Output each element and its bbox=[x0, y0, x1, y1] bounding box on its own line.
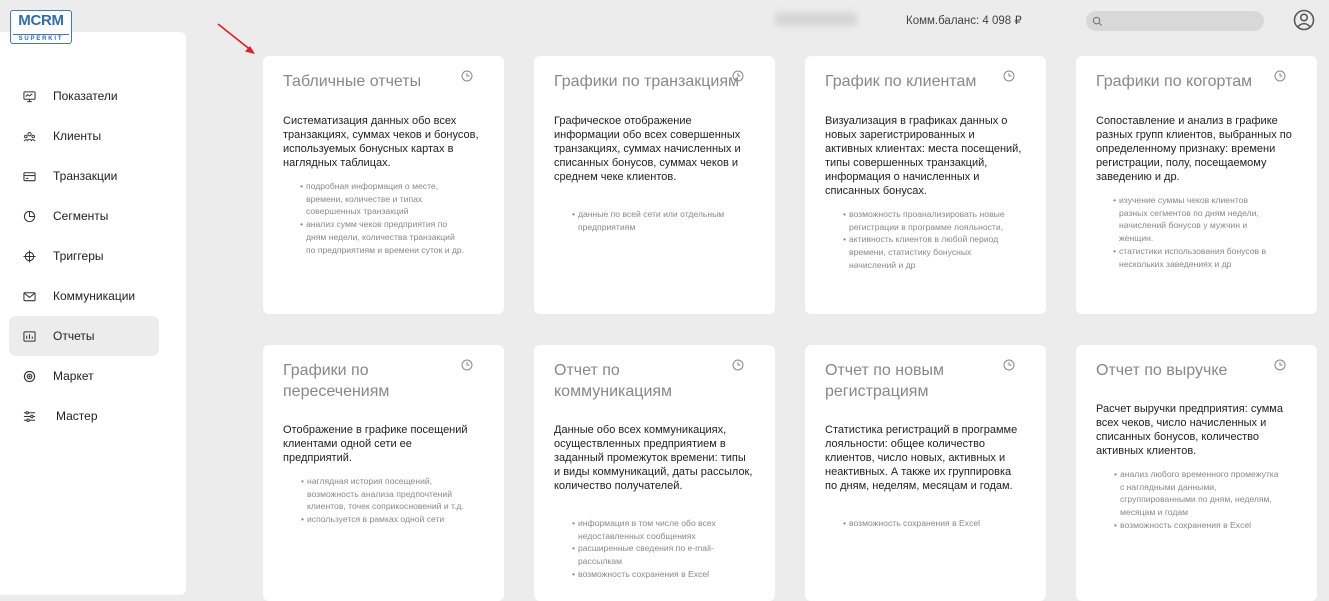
sidebar-item-indicators[interactable]: Показатели bbox=[9, 76, 159, 116]
sidebar-item-segments[interactable]: Сегменты bbox=[9, 196, 159, 236]
logo[interactable]: MCRM SUPERKIT bbox=[10, 10, 72, 44]
report-icon bbox=[22, 329, 36, 343]
card-bullet: возможность сохранения в Excel bbox=[572, 568, 737, 581]
card-bullet: данные по всей сети или отдельным предпр… bbox=[572, 208, 737, 233]
card-bullet: изучение суммы чеков клиентов разных сег… bbox=[1113, 194, 1278, 245]
clock-icon bbox=[461, 359, 473, 371]
card-description: Визуализация в графиках данных о новых з… bbox=[825, 115, 1022, 197]
balance-label: Комм.баланс: 4 098 ₽ bbox=[906, 15, 1022, 27]
card-bullets: анализ любого временного промежутка с на… bbox=[1114, 468, 1279, 532]
card-description: Расчет выручки предприятия: сумма всех ч… bbox=[1096, 403, 1283, 457]
sidebar-item-triggers[interactable]: Триггеры bbox=[9, 236, 159, 276]
sidebar-item-clients[interactable]: Клиенты bbox=[9, 116, 159, 156]
sidebar-item-label: Мастер bbox=[56, 409, 98, 423]
card-bullet: возможность проанализировать новые регис… bbox=[843, 208, 1008, 233]
card-title: Отчет по выручке bbox=[1096, 362, 1228, 379]
card-bullets: изучение суммы чеков клиентов разных сег… bbox=[1113, 194, 1278, 270]
users-icon bbox=[22, 129, 36, 143]
sidebar-item-label: Показатели bbox=[53, 89, 118, 103]
card-bullet: подробная информация о месте, времени, к… bbox=[300, 180, 465, 218]
clock-icon bbox=[1003, 359, 1015, 371]
report-card-clients[interactable]: График по клиентам Визуализация в график… bbox=[805, 56, 1046, 314]
sliders-icon bbox=[22, 409, 36, 423]
sidebar-item-label: Отчеты bbox=[53, 329, 95, 343]
clock-icon bbox=[732, 359, 744, 371]
sidebar-item-market[interactable]: Маркет bbox=[9, 356, 159, 396]
card-title: Отчет по коммуникациям bbox=[554, 362, 673, 400]
card-bullets: наглядная история посещений, возможность… bbox=[301, 475, 466, 526]
card-bullets: подробная информация о месте, времени, к… bbox=[300, 180, 465, 256]
clock-icon bbox=[1003, 70, 1015, 82]
sidebar-item-communications[interactable]: Коммуникации bbox=[9, 276, 159, 316]
card-description: Систематизация данных обо всех транзакци… bbox=[283, 115, 479, 169]
card-bullets: возможность сохранения в Excel bbox=[843, 517, 1008, 530]
sidebar: Показатели Клиенты Транзакции Сегменты Т… bbox=[0, 32, 186, 595]
card-description: Данные обо всех коммуникациях, осуществл… bbox=[554, 424, 753, 492]
user-icon[interactable] bbox=[1293, 9, 1315, 31]
card-bullet: информация в том числе обо всех недостав… bbox=[572, 517, 737, 542]
card-description: Графическое отображение информации обо в… bbox=[554, 115, 741, 183]
clock-icon bbox=[1274, 70, 1286, 82]
report-card-cohorts[interactable]: Графики по когортам Сопоставление и анал… bbox=[1076, 56, 1317, 314]
sidebar-item-transactions[interactable]: Транзакции bbox=[9, 156, 159, 196]
card-title: Табличные отчеты bbox=[283, 73, 422, 90]
sidebar-item-label: Клиенты bbox=[53, 129, 102, 143]
card-title: Графики по когортам bbox=[1096, 73, 1253, 90]
report-card-intersections[interactable]: Графики по пересечениям Отображение в гр… bbox=[263, 345, 504, 601]
logo-text: MCRM bbox=[18, 12, 64, 29]
annotation-arrow bbox=[217, 23, 255, 54]
search-box[interactable] bbox=[1086, 11, 1264, 31]
sidebar-item-label: Триггеры bbox=[53, 249, 104, 263]
card-bullet: анализ любого временного промежутка с на… bbox=[1114, 468, 1279, 519]
card-bullet: возможность сохранения в Excel bbox=[1114, 519, 1279, 532]
report-card-tables[interactable]: Табличные отчеты Систематизация данных о… bbox=[263, 56, 504, 314]
sidebar-item-reports[interactable]: Отчеты bbox=[9, 316, 159, 356]
mail-icon bbox=[22, 289, 36, 303]
card-bullet: статистики использования бонусов в неско… bbox=[1113, 245, 1278, 270]
logo-subtext: SUPERKIT bbox=[13, 34, 69, 42]
card-title: Графики по транзакциям bbox=[554, 73, 740, 90]
clock-icon bbox=[732, 70, 744, 82]
sidebar-item-label: Транзакции bbox=[53, 169, 118, 183]
search-input[interactable] bbox=[1107, 15, 1257, 27]
card-bullet: расширенные сведения по e-mail-рассылкам bbox=[572, 542, 737, 567]
report-card-new-registrations[interactable]: Отчет по новым регистрациям Статистика р… bbox=[805, 345, 1046, 601]
report-card-transactions[interactable]: Графики по транзакциям Графическое отобр… bbox=[534, 56, 775, 314]
target-icon bbox=[22, 369, 36, 383]
sidebar-item-label: Маркет bbox=[53, 369, 94, 383]
card-description: Отображение в графике посещений клиентам… bbox=[283, 424, 468, 464]
card-bullet: используется в рамках одной сети bbox=[301, 513, 466, 526]
blurred-account-name bbox=[774, 12, 858, 26]
monitor-icon bbox=[22, 89, 36, 103]
report-card-communications[interactable]: Отчет по коммуникациям Данные обо всех к… bbox=[534, 345, 775, 601]
sidebar-item-label: Коммуникации bbox=[53, 289, 136, 303]
card-bullet: анализ сумм чеков предприятия по дням не… bbox=[300, 218, 465, 256]
card-title: График по клиентам bbox=[825, 73, 977, 90]
card-bullet: наглядная история посещений, возможность… bbox=[301, 475, 466, 513]
card-bullet: активность клиентов в любой период време… bbox=[843, 233, 1008, 271]
card-bullets: данные по всей сети или отдельным предпр… bbox=[572, 208, 737, 233]
pie-icon bbox=[22, 209, 36, 223]
crosshair-icon bbox=[22, 249, 36, 263]
search-icon bbox=[1092, 16, 1103, 26]
sidebar-item-label: Сегменты bbox=[53, 209, 109, 223]
sidebar-item-wizard[interactable]: Мастер bbox=[9, 396, 159, 436]
card-title: Графики по пересечениям bbox=[283, 362, 390, 400]
card-description: Статистика регистраций в программе лояль… bbox=[825, 424, 1018, 492]
card-icon bbox=[22, 169, 36, 183]
card-description: Сопоставление и анализ в графике разных … bbox=[1096, 115, 1292, 183]
report-card-revenue[interactable]: Отчет по выручке Расчет выручки предприя… bbox=[1076, 345, 1317, 601]
clock-icon bbox=[461, 70, 473, 82]
card-title: Отчет по новым регистрациям bbox=[825, 362, 944, 400]
card-bullets: возможность проанализировать новые регис… bbox=[843, 208, 1008, 272]
clock-icon bbox=[1274, 359, 1286, 371]
card-bullet: возможность сохранения в Excel bbox=[843, 517, 1008, 530]
card-bullets: информация в том числе обо всех недостав… bbox=[572, 517, 737, 581]
